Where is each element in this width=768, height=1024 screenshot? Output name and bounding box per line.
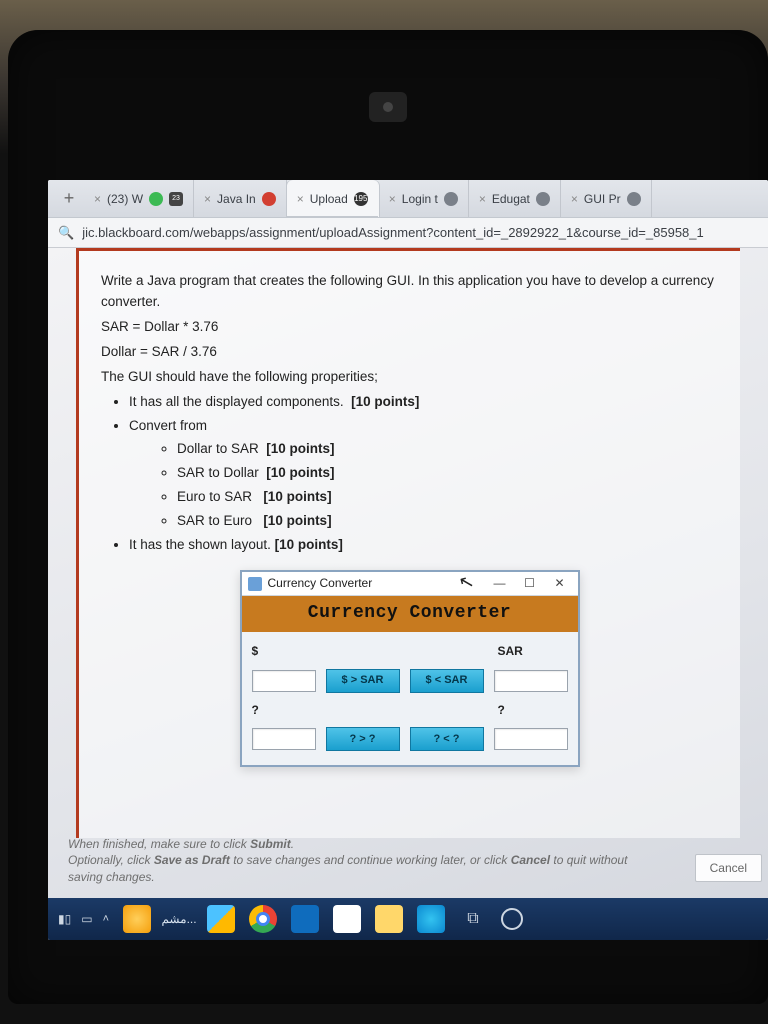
bullet-convert-from: Convert from Dollar to SAR [10 points] S…	[129, 416, 718, 533]
gui-titlebar: Currency Converter — ☐ ✕	[242, 572, 578, 596]
chrome-icon[interactable]	[249, 905, 277, 933]
favicon-icon	[149, 192, 163, 206]
close-icon[interactable]: ×	[94, 192, 101, 206]
list-item: Euro to SAR [10 points]	[177, 487, 718, 508]
assignment-intro: Write a Java program that creates the fo…	[101, 271, 718, 313]
address-bar[interactable]: 🔍 jic.blackboard.com/webapps/assignment/…	[48, 218, 768, 248]
close-icon[interactable]: ×	[297, 192, 304, 206]
browser-tabstrip: + × (23) W 23 × Java In × Upload 195 × L…	[48, 180, 768, 218]
submit-hint: When finished, make sure to click Submit…	[68, 836, 648, 886]
favicon-icon	[536, 192, 550, 206]
input-dollar[interactable]	[252, 670, 316, 692]
sun-icon[interactable]	[123, 905, 151, 933]
edge-icon[interactable]	[417, 905, 445, 933]
tab-label: Edugat	[492, 192, 530, 206]
btn-sar-to-dollar[interactable]: $ < SAR	[410, 669, 484, 693]
tab-badge: 23	[169, 192, 183, 206]
tab-badge: 195	[354, 192, 368, 206]
tab-5[interactable]: × GUI Pr	[561, 180, 652, 217]
tab-2[interactable]: × Upload 195	[287, 180, 379, 217]
tab-label: (23) W	[107, 192, 143, 206]
favicon-icon	[627, 192, 641, 206]
assignment-card: Write a Java program that creates the fo…	[76, 248, 740, 838]
maximize-icon[interactable]: ☐	[518, 574, 542, 593]
windows-taskbar: ▮▯ ▭ ˄ مشم... ⧉	[48, 898, 768, 940]
bullet-components: It has all the displayed components. [10…	[129, 392, 718, 413]
search-icon: 🔍	[58, 225, 74, 241]
chevron-up-icon[interactable]: ˄	[103, 913, 109, 925]
btn-dollar-to-sar[interactable]: $ > SAR	[326, 669, 400, 693]
gui-window-title: Currency Converter	[268, 574, 482, 593]
battery-icon: ▮▯	[58, 912, 71, 926]
bullet-layout: It has the shown layout. [10 points]	[129, 535, 718, 556]
input-sar[interactable]	[494, 670, 568, 692]
close-icon[interactable]: ×	[389, 192, 396, 206]
favicon-icon	[262, 192, 276, 206]
mail-icon[interactable]	[291, 905, 319, 933]
minimize-icon[interactable]: —	[488, 574, 512, 593]
file-explorer-icon[interactable]	[375, 905, 403, 933]
list-item: SAR to Euro [10 points]	[177, 511, 718, 532]
task-view-icon[interactable]: ⧉	[459, 905, 487, 933]
tab-4[interactable]: × Edugat	[469, 180, 561, 217]
laptop-screen: + × (23) W 23 × Java In × Upload 195 × L…	[48, 180, 768, 940]
tab-label: Upload	[310, 192, 348, 206]
list-item: SAR to Dollar [10 points]	[177, 463, 718, 484]
close-icon[interactable]: ×	[571, 192, 578, 206]
page-content: Write a Java program that creates the fo…	[48, 248, 768, 940]
label-q-right: ?	[494, 701, 568, 720]
close-icon[interactable]: ✕	[548, 574, 572, 593]
cancel-button[interactable]: Cancel	[695, 854, 762, 882]
close-icon[interactable]: ×	[204, 192, 211, 206]
formula-sar: SAR = Dollar * 3.76	[101, 317, 718, 338]
close-icon[interactable]: ×	[479, 192, 486, 206]
tab-label: Login t	[402, 192, 438, 206]
gui-mock-window: Currency Converter — ☐ ✕ Currency Conver…	[240, 570, 580, 767]
properties-lead: The GUI should have the following proper…	[101, 367, 718, 388]
favicon-icon	[444, 192, 458, 206]
formula-dollar: Dollar = SAR / 3.76	[101, 342, 718, 363]
action-center-icon: ▭	[81, 912, 92, 926]
gui-banner: Currency Converter	[242, 596, 578, 632]
system-tray[interactable]: ▮▯ ▭ ˄	[58, 912, 109, 926]
list-item: Dollar to SAR [10 points]	[177, 439, 718, 460]
weather-widget[interactable]: مشم...	[165, 905, 193, 933]
tab-label: Java In	[217, 192, 256, 206]
btn-q-to[interactable]: ? > ?	[326, 727, 400, 751]
cortana-icon[interactable]	[501, 908, 523, 930]
start-icon[interactable]	[207, 905, 235, 933]
java-icon	[248, 577, 262, 591]
btn-q-from[interactable]: ? < ?	[410, 727, 484, 751]
label-right-currency: SAR	[494, 642, 568, 661]
input-q-left[interactable]	[252, 728, 316, 750]
store-icon[interactable]	[333, 905, 361, 933]
laptop-bezel: + × (23) W 23 × Java In × Upload 195 × L…	[8, 30, 768, 1004]
tab-0[interactable]: × (23) W 23	[84, 180, 194, 217]
url-text: jic.blackboard.com/webapps/assignment/up…	[82, 225, 758, 240]
tab-3[interactable]: × Login t	[379, 180, 469, 217]
webcam	[369, 92, 407, 122]
new-tab-button[interactable]: +	[54, 180, 84, 217]
input-q-right[interactable]	[494, 728, 568, 750]
tab-1[interactable]: × Java In	[194, 180, 287, 217]
label-q-left: ?	[252, 701, 316, 720]
tab-label: GUI Pr	[584, 192, 621, 206]
label-left-currency: $	[252, 642, 316, 661]
